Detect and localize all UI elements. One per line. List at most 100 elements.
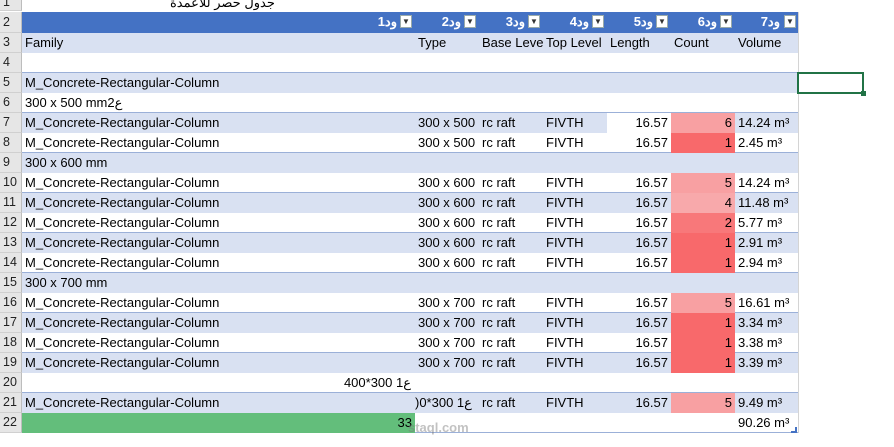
count-cell[interactable]: 5 <box>671 293 735 313</box>
count-cell[interactable]: 1 <box>671 313 735 333</box>
count-cell[interactable]: 1 <box>671 333 735 353</box>
top-level-cell[interactable]: FIVTH <box>543 393 607 413</box>
family-cell[interactable]: M_Concrete-Rectangular-Column <box>22 133 415 153</box>
filter-dropdown-icon[interactable]: ▼ <box>528 15 540 28</box>
row-header[interactable]: 11 <box>0 193 22 213</box>
length-cell[interactable]: 16.57 <box>607 293 671 313</box>
column-name-volume[interactable]: Volume <box>735 33 798 53</box>
base-level-cell[interactable]: rc raft <box>479 313 543 333</box>
length-cell[interactable]: 16.57 <box>607 353 671 373</box>
top-level-cell[interactable]: FIVTH <box>543 293 607 313</box>
filter-dropdown-icon[interactable]: ▼ <box>400 15 412 28</box>
base-level-cell[interactable]: rc raft <box>479 193 543 213</box>
top-level-cell[interactable]: FIVTH <box>543 313 607 333</box>
row-header[interactable]: 9 <box>0 153 22 173</box>
volume-cell[interactable]: 14.24 m³ <box>735 173 798 193</box>
filter-dropdown-icon[interactable]: ▼ <box>784 15 796 28</box>
volume-cell[interactable]: 2.91 m³ <box>735 233 798 253</box>
row-header[interactable]: 22 <box>0 413 22 433</box>
header-cell[interactable]: ود1 <box>22 12 415 32</box>
top-level-cell[interactable]: FIVTH <box>543 173 607 193</box>
volume-cell[interactable]: 3.34 m³ <box>735 313 798 333</box>
family-cell[interactable]: 400*300 1ع <box>22 373 415 393</box>
top-level-cell[interactable]: FIVTH <box>543 133 607 153</box>
top-level-cell[interactable]: FIVTH <box>543 193 607 213</box>
type-cell[interactable]: 300 x 600 r <box>415 253 479 273</box>
family-cell[interactable]: 300 x 500 mm2ع <box>22 93 415 113</box>
type-cell[interactable]: 300 x 500 r <box>415 133 479 153</box>
base-level-cell[interactable]: rc raft <box>479 293 543 313</box>
row-header[interactable]: 5 <box>0 73 22 93</box>
base-level-cell[interactable]: rc raft <box>479 113 543 133</box>
length-cell[interactable]: 16.57 <box>607 133 671 153</box>
length-cell[interactable]: 16.57 <box>607 213 671 233</box>
volume-cell[interactable]: 11.48 m³ <box>735 193 798 213</box>
count-cell[interactable]: 1 <box>671 253 735 273</box>
type-cell[interactable]: 300 x 600 r <box>415 173 479 193</box>
row-header[interactable]: 20 <box>0 373 22 393</box>
family-cell[interactable]: M_Concrete-Rectangular-Column <box>22 193 415 213</box>
filter-dropdown-icon[interactable]: ▼ <box>464 15 476 28</box>
length-cell[interactable]: 16.57 <box>607 333 671 353</box>
filter-dropdown-icon[interactable]: ▼ <box>720 15 732 28</box>
base-level-cell[interactable]: rc raft <box>479 393 543 413</box>
type-cell[interactable]: 300 x 600 r <box>415 233 479 253</box>
family-cell[interactable]: 300 x 700 mm <box>22 273 415 293</box>
base-level-cell[interactable]: rc raft <box>479 233 543 253</box>
count-cell[interactable]: 5 <box>671 173 735 193</box>
family-cell[interactable]: M_Concrete-Rectangular-Column <box>22 253 415 273</box>
row-header[interactable]: 19 <box>0 353 22 373</box>
total-volume-cell[interactable]: 90.26 m³ <box>735 413 798 433</box>
row-header[interactable]: 17 <box>0 313 22 333</box>
row-header[interactable]: 13 <box>0 233 22 253</box>
type-cell[interactable]: 300 x 600 r <box>415 193 479 213</box>
family-cell[interactable]: M_Concrete-Rectangular-Column <box>22 333 415 353</box>
type-cell[interactable]: 300 x 700 r <box>415 353 479 373</box>
top-level-cell[interactable]: FIVTH <box>543 113 607 133</box>
length-cell[interactable]: 16.57 <box>607 113 671 133</box>
type-cell[interactable]: )0*300 1ع <box>415 393 479 413</box>
base-level-cell[interactable]: rc raft <box>479 333 543 353</box>
family-cell[interactable]: M_Concrete-Rectangular-Column <box>22 113 415 133</box>
family-cell[interactable]: 300 x 600 mm <box>22 153 415 173</box>
family-cell[interactable]: M_Concrete-Rectangular-Column <box>22 73 415 93</box>
column-name-count[interactable]: Count <box>671 33 735 53</box>
count-cell[interactable]: 4 <box>671 193 735 213</box>
row-header[interactable]: 18 <box>0 333 22 353</box>
base-level-cell[interactable]: rc raft <box>479 173 543 193</box>
family-cell[interactable]: M_Concrete-Rectangular-Column <box>22 173 415 193</box>
length-cell[interactable]: 16.57 <box>607 393 671 413</box>
count-cell[interactable]: 1 <box>671 133 735 153</box>
volume-cell[interactable]: 3.39 m³ <box>735 353 798 373</box>
column-name-type[interactable]: Type <box>415 33 479 53</box>
count-cell[interactable]: 1 <box>671 233 735 253</box>
fill-handle[interactable] <box>861 91 866 96</box>
volume-cell[interactable]: 3.38 m³ <box>735 333 798 353</box>
type-cell[interactable]: 300 x 700 r <box>415 313 479 333</box>
base-level-cell[interactable]: rc raft <box>479 353 543 373</box>
type-cell[interactable]: 300 x 600 r <box>415 213 479 233</box>
top-level-cell[interactable]: FIVTH <box>543 353 607 373</box>
row-header[interactable]: 1 <box>0 0 22 11</box>
base-level-cell[interactable]: rc raft <box>479 213 543 233</box>
family-cell[interactable]: M_Concrete-Rectangular-Column <box>22 233 415 253</box>
count-cell[interactable]: 6 <box>671 113 735 133</box>
length-cell[interactable]: 16.57 <box>607 253 671 273</box>
volume-cell[interactable]: 5.77 m³ <box>735 213 798 233</box>
row-header[interactable]: 15 <box>0 273 22 293</box>
top-level-cell[interactable]: FIVTH <box>543 233 607 253</box>
type-cell[interactable]: 300 x 700 r <box>415 333 479 353</box>
length-cell[interactable]: 16.57 <box>607 233 671 253</box>
length-cell[interactable]: 16.57 <box>607 193 671 213</box>
row-header[interactable]: 3 <box>0 33 22 53</box>
family-cell[interactable]: M_Concrete-Rectangular-Column <box>22 393 415 413</box>
family-cell[interactable]: M_Concrete-Rectangular-Column <box>22 293 415 313</box>
total-count-cell[interactable]: 33 <box>22 413 415 433</box>
length-cell[interactable]: 16.57 <box>607 173 671 193</box>
volume-cell[interactable]: 2.45 m³ <box>735 133 798 153</box>
row-header[interactable]: 10 <box>0 173 22 193</box>
base-level-cell[interactable]: rc raft <box>479 133 543 153</box>
volume-cell[interactable]: 9.49 m³ <box>735 393 798 413</box>
active-cell-selection[interactable] <box>797 72 864 94</box>
type-cell[interactable]: 300 x 500 r <box>415 113 479 133</box>
